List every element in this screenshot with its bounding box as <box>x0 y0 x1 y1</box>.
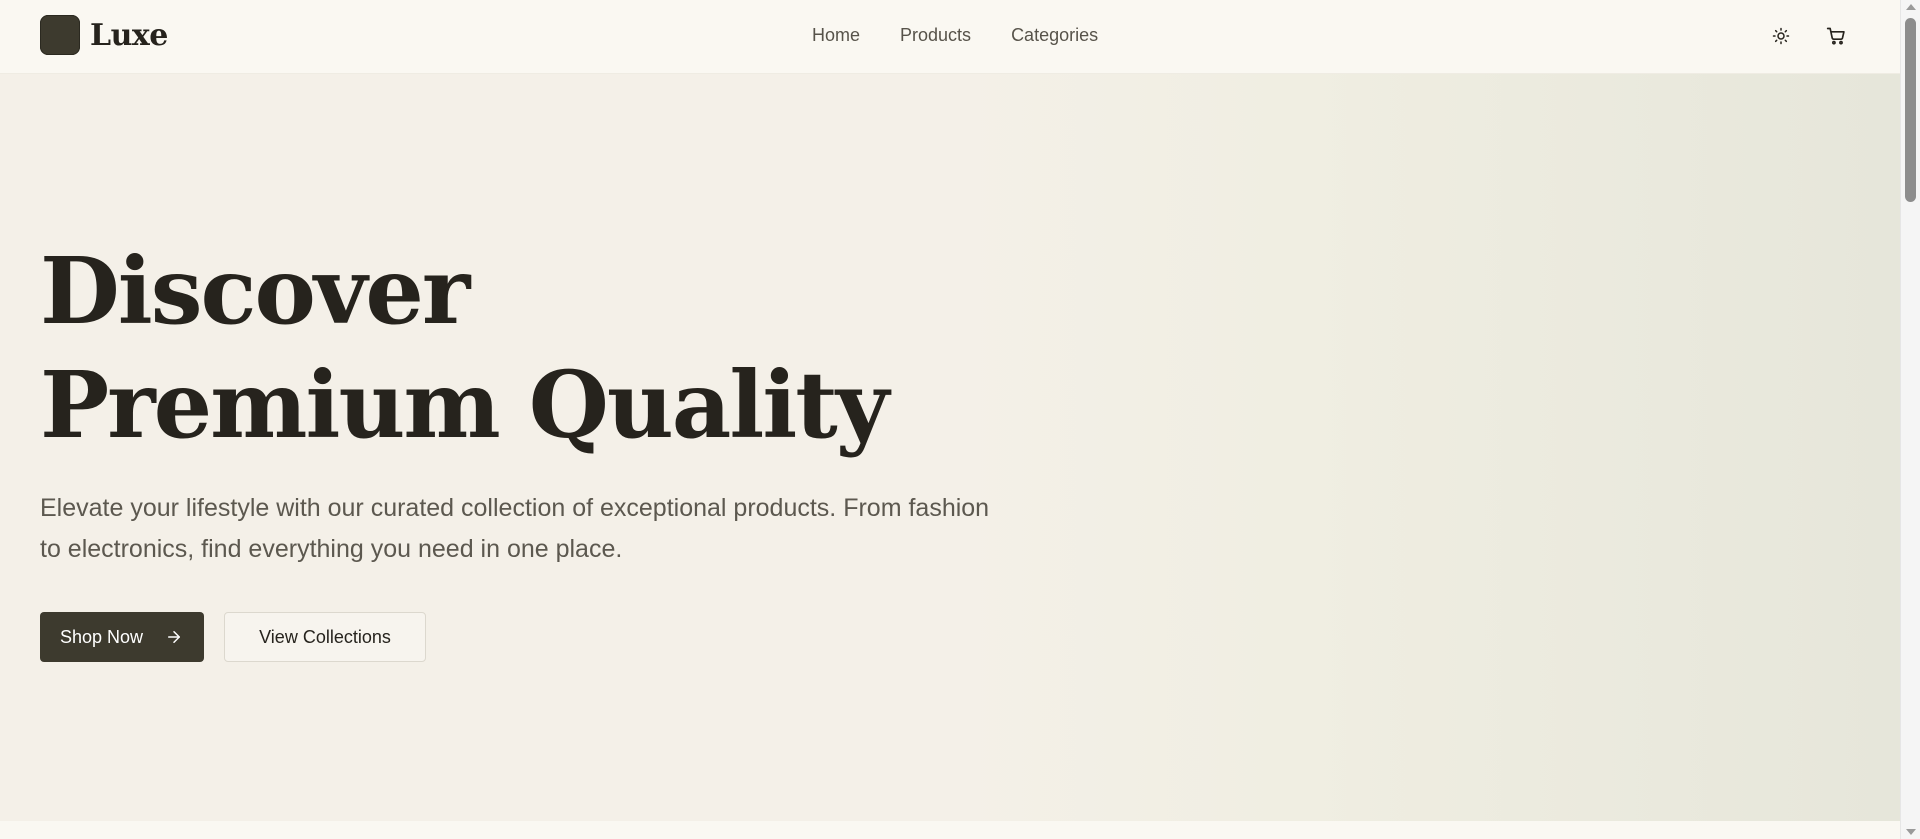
scroll-down-arrow-icon[interactable] <box>1906 829 1916 835</box>
hero-title: Discover Premium Quality <box>40 234 889 462</box>
page: Luxe Home Products Categories Discover P… <box>0 0 1920 839</box>
header-actions <box>1765 20 1852 52</box>
arrow-right-icon <box>165 628 183 646</box>
sun-icon <box>1772 27 1790 45</box>
page-scrollbar[interactable] <box>1900 0 1920 839</box>
scroll-up-arrow-icon[interactable] <box>1906 4 1916 10</box>
theme-toggle-button[interactable] <box>1765 20 1797 52</box>
hero-subtitle: Elevate your lifestyle with our curated … <box>40 494 990 563</box>
hero-title-line-2: Premium Quality <box>40 351 889 459</box>
hero-section: Discover Premium Quality Elevate your li… <box>0 74 1900 821</box>
view-collections-button[interactable]: View Collections <box>224 612 426 662</box>
brand-name: Luxe <box>90 17 168 53</box>
nav-link-home[interactable]: Home <box>812 25 860 46</box>
cart-icon <box>1826 27 1845 45</box>
site-header: Luxe Home Products Categories <box>0 0 1900 74</box>
nav-link-categories[interactable]: Categories <box>1011 25 1098 46</box>
cart-button[interactable] <box>1820 20 1852 52</box>
logo-mark <box>40 15 80 55</box>
shop-now-button[interactable]: Shop Now <box>40 612 204 662</box>
hero-title-line-1: Discover <box>40 237 470 345</box>
scrollbar-thumb[interactable] <box>1905 18 1916 202</box>
hero-actions: Shop Now View Collections <box>40 612 426 662</box>
brand-logo-link[interactable]: Luxe <box>40 15 168 55</box>
main-nav: Home Products Categories <box>812 0 1098 70</box>
shop-now-label: Shop Now <box>60 626 144 647</box>
nav-link-products[interactable]: Products <box>900 25 971 46</box>
view-collections-label: View Collections <box>259 626 391 647</box>
next-section-edge <box>0 821 1900 839</box>
